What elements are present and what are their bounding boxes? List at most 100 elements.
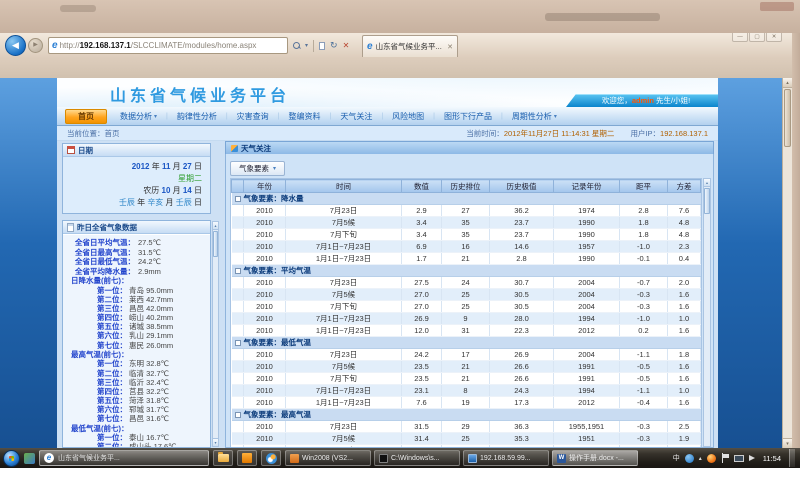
table-row[interactable]: 20107月下旬27.02530.52004-0.31.6 <box>232 301 701 313</box>
section-checkbox-cell <box>232 193 244 205</box>
nav-item-8[interactable]: 周期性分析▾ <box>503 111 566 122</box>
checkbox[interactable] <box>235 340 241 346</box>
forward-button[interactable]: ▶ <box>28 38 43 53</box>
scroll-up-icon[interactable]: ▴ <box>704 179 710 187</box>
compatibility-view-icon[interactable] <box>319 42 325 50</box>
nav-item-3[interactable]: 灾害查询 <box>228 111 278 122</box>
volume-icon[interactable] <box>749 455 758 461</box>
language-indicator[interactable]: 中 <box>673 453 680 463</box>
table-row[interactable]: 20101月1日~7月23日1.7212.81990-0.10.4 <box>232 253 701 265</box>
taskbar-button-3[interactable]: 操作手册.docx -... <box>552 450 638 466</box>
search-icon[interactable] <box>293 42 300 49</box>
stop-icon[interactable]: ✕ <box>343 42 350 50</box>
table-row[interactable]: 20107月1日~7月23日23.1824.31994-1.11.0 <box>232 385 701 397</box>
show-desktop-button[interactable] <box>789 449 795 467</box>
checkbox[interactable] <box>235 268 241 274</box>
taskbar-button-2[interactable]: 192.168.59.99... <box>463 450 549 466</box>
scrollbar-thumb[interactable] <box>704 188 710 214</box>
text-segment: 月 <box>170 186 182 195</box>
table-row[interactable]: 20101月1日~7月23日7.61917.32012-0.41.6 <box>232 397 701 409</box>
nav-item-2[interactable]: 韵律性分析 <box>168 111 226 122</box>
tab-close-icon[interactable]: ✕ <box>447 43 453 51</box>
cell: 7月下旬 <box>286 301 402 313</box>
nav-item-6[interactable]: 风险地图 <box>383 111 433 122</box>
browser-tab[interactable]: e 山东省气候业务平... ✕ <box>362 35 458 57</box>
sidebar-scrollbar[interactable]: ▴ ▾ <box>212 221 219 447</box>
taskbar-button-1[interactable]: C:\Windows\s... <box>374 450 460 466</box>
date-line: 农历 10 月 14 日 <box>71 185 202 197</box>
nav-item-7[interactable]: 图形下行产品 <box>435 111 501 122</box>
row-lead-cell <box>232 253 244 265</box>
scrollbar-thumb[interactable] <box>784 89 791 147</box>
text-segment: 壬辰 <box>176 198 192 207</box>
section-row[interactable]: 气象要素：平均气温 <box>232 265 701 277</box>
element-filter-button[interactable]: 气象要素 ▾ <box>230 161 285 176</box>
nav-item-4[interactable]: 整编资料 <box>280 111 330 122</box>
close-button[interactable]: ✕ <box>766 33 782 42</box>
table-scrollbar[interactable]: ▴ <box>703 178 711 447</box>
back-button[interactable]: ◀ <box>5 35 26 56</box>
section-row[interactable]: 气象要素：最低气温 <box>232 337 701 349</box>
scroll-up-icon[interactable]: ▴ <box>213 222 218 230</box>
taskbar-media-player-button[interactable] <box>261 450 281 466</box>
table-row[interactable]: 20101月1日~7月23日12.03122.320120.21.6 <box>232 325 701 337</box>
section-label: 气象要素：最低气温 <box>244 337 701 349</box>
table-row[interactable]: 20107月5候31.42535.31951-0.31.9 <box>232 433 701 445</box>
firefox-icon[interactable] <box>707 454 716 463</box>
taskbar-button-0[interactable]: Win2008 (VS2... <box>285 450 371 466</box>
text-segment: 日 <box>192 198 202 207</box>
rank-label: 第二位： <box>75 295 127 304</box>
cell: 2010 <box>244 445 286 448</box>
maximize-button[interactable]: ▢ <box>749 33 765 42</box>
scroll-down-icon[interactable]: ▾ <box>783 438 792 448</box>
quick-launch-icon[interactable] <box>24 453 35 464</box>
checkbox[interactable] <box>235 196 241 202</box>
scroll-down-icon[interactable]: ▾ <box>213 438 218 446</box>
start-button[interactable] <box>3 450 20 467</box>
table-row[interactable]: 20107月23日2.92736.219742.87.6 <box>232 205 701 217</box>
table-row[interactable]: 20107月1日~7月23日26.9928.01994-1.01.0 <box>232 313 701 325</box>
section-row[interactable]: 气象要素：最高气温 <box>232 409 701 421</box>
hidden-icons-chevron-icon[interactable]: ▴ <box>699 455 702 462</box>
page-margin-left <box>0 78 57 448</box>
nav-item-1[interactable]: 数据分析▾ <box>111 111 166 122</box>
status-label: 当前时间： <box>466 129 504 138</box>
table-row[interactable]: 20107月下旬3.43523.719901.84.8 <box>232 229 701 241</box>
network-icon[interactable] <box>734 455 744 462</box>
weather-panel-header: 昨日全省气象数据 <box>63 221 210 234</box>
chevron-down-icon[interactable]: ▾ <box>305 42 308 49</box>
action-center-flag-icon[interactable] <box>721 453 729 463</box>
divider <box>313 40 314 52</box>
table-row[interactable]: 20107月5候23.52126.61991-0.51.6 <box>232 361 701 373</box>
table-row[interactable]: 20107月下旬31.42535.31951-0.31.9 <box>232 445 701 448</box>
taskbar-clock[interactable]: 11:54 <box>763 454 781 463</box>
scroll-up-icon[interactable]: ▴ <box>783 78 792 88</box>
rank-label: 第三位： <box>75 304 127 313</box>
minimize-button[interactable]: — <box>732 33 748 42</box>
rank-label: 第一位： <box>75 359 127 368</box>
table-row[interactable]: 20107月5候3.43523.719901.84.8 <box>232 217 701 229</box>
taskbar-explorer-button[interactable] <box>213 450 233 466</box>
scrollbar-thumb[interactable] <box>213 231 218 257</box>
table-row[interactable]: 20107月23日24.21726.92004-1.11.8 <box>232 349 701 361</box>
address-bar[interactable]: e http://192.168.137.1/SLCCLIMATE/module… <box>48 37 288 54</box>
date-panel-title: 日期 <box>78 145 93 156</box>
rank-row: 第三位：临沂 32.4℃ <box>63 378 210 387</box>
browser-scrollbar[interactable]: ▴ ▾ <box>782 78 792 448</box>
table-row[interactable]: 20107月1日~7月23日6.91614.61957-1.02.3 <box>232 241 701 253</box>
nav-item-0[interactable]: 首页 <box>65 109 107 124</box>
section-row[interactable]: 气象要素：降水量 <box>232 193 701 205</box>
qq-icon[interactable] <box>685 454 694 463</box>
taskbar-button-label: C:\Windows\s... <box>391 455 440 462</box>
taskbar-ie-window[interactable]: e 山东省气候业务平... <box>39 450 209 466</box>
table-row[interactable]: 20107月5候27.02530.52004-0.31.6 <box>232 289 701 301</box>
table-row[interactable]: 20107月23日31.52936.31955,1951-0.32.5 <box>232 421 701 433</box>
table-row[interactable]: 20107月23日27.52430.72004-0.72.0 <box>232 277 701 289</box>
checkbox[interactable] <box>235 412 241 418</box>
cell: 2.8 <box>490 253 554 265</box>
nav-item-5[interactable]: 天气关注 <box>331 111 381 122</box>
task-buttons: Win2008 (VS2... C:\Windows\s... 192.168.59… <box>285 450 638 466</box>
table-row[interactable]: 20107月下旬23.52126.61991-0.51.6 <box>232 373 701 385</box>
taskbar-app-button[interactable] <box>237 450 257 466</box>
refresh-icon[interactable]: ↻ <box>330 41 338 50</box>
